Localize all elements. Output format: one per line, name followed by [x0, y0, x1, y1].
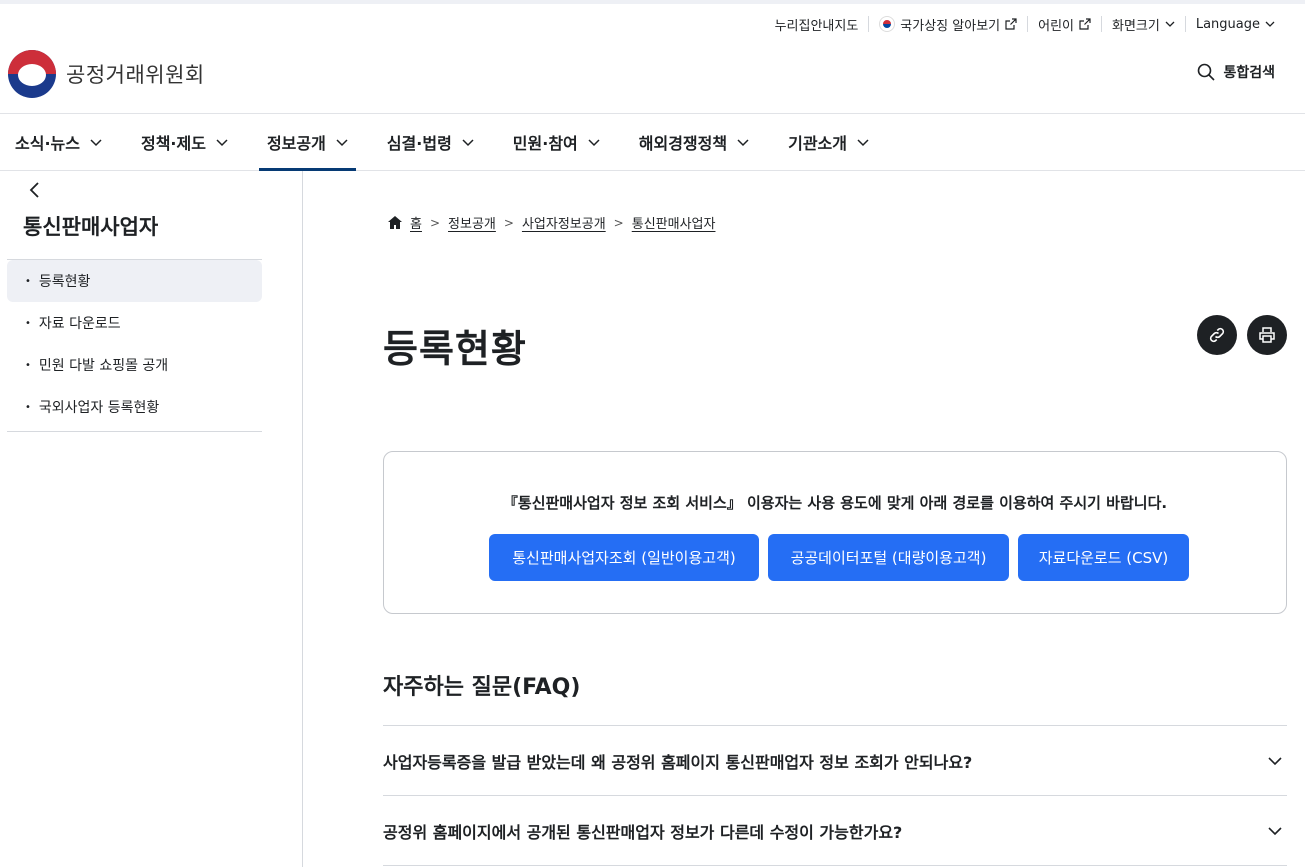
language-dropdown[interactable]: Language — [1184, 16, 1285, 32]
breadcrumb-separator: > — [429, 215, 441, 230]
chevron-down-icon — [216, 139, 228, 147]
nav-item[interactable]: 심결·법령 — [379, 114, 482, 170]
faq-title: 자주하는 질문(FAQ) — [383, 675, 581, 700]
sidebar-menu-item[interactable]: 민원 다발 쇼핑몰 공개 — [7, 344, 262, 386]
top-strip — [0, 0, 1305, 4]
sidebar-menu: 등록현황자료 다운로드민원 다발 쇼핑몰 공개국외사업자 등록현황 — [7, 259, 262, 432]
notice-text: 『통신판매사업자 정보 조회 서비스』 이용자는 사용 용도에 맞게 아래 경로… — [502, 494, 1168, 512]
chevron-down-icon — [1165, 21, 1175, 27]
breadcrumb-home[interactable]: 홈 — [410, 213, 422, 232]
external-link-icon — [1005, 18, 1017, 30]
home-icon — [388, 216, 402, 229]
page-title: 등록현황 — [383, 327, 527, 371]
chevron-down-icon — [737, 139, 749, 147]
print-button[interactable] — [1247, 315, 1287, 355]
breadcrumb: 홈 > 정보공개 > 사업자정보공개 > 통신판매사업자 — [388, 213, 715, 232]
chevron-down-icon — [588, 139, 600, 147]
chevron-down-icon — [462, 139, 474, 147]
general-lookup-button[interactable]: 통신판매사업자조회 (일반이용고객) — [489, 534, 759, 581]
zoom-dropdown[interactable]: 화면크기 — [1101, 16, 1185, 34]
faq-question: 공정위 홈페이지에서 공개된 통신판매업자 정보가 다른데 수정이 가능한가요? — [383, 822, 903, 842]
sidebar-menu-item[interactable]: 자료 다운로드 — [7, 302, 262, 344]
breadcrumb-separator: > — [503, 215, 514, 230]
nav-item-label: 심결·법령 — [386, 134, 452, 153]
chevron-down-icon — [1265, 21, 1275, 27]
search-label: 통합검색 — [1223, 65, 1275, 81]
utility-bar: 누리집안내지도 국가상징 알아보기 어린이 화면크기 Language — [765, 12, 1285, 36]
national-symbols-link[interactable]: 국가상징 알아보기 — [868, 16, 1027, 34]
nav-item-label: 정책·제도 — [140, 134, 206, 153]
language-label: Language — [1195, 16, 1260, 32]
breadcrumb-business-info[interactable]: 사업자정보공개 — [522, 213, 606, 232]
chevron-down-icon — [857, 139, 869, 147]
print-icon — [1259, 327, 1275, 343]
site-logo[interactable]: 공정거래위원회 — [8, 50, 205, 98]
chevron-down-icon — [1268, 826, 1282, 835]
sitemap-label: 누리집안내지도 — [774, 18, 859, 34]
nav-item-label: 소식·뉴스 — [15, 134, 80, 153]
chevron-down-icon — [90, 139, 102, 147]
service-notice-box: 『통신판매사업자 정보 조회 서비스』 이용자는 사용 용도에 맞게 아래 경로… — [383, 451, 1287, 614]
copy-link-button[interactable] — [1197, 315, 1237, 355]
breadcrumb-info-disclosure[interactable]: 정보공개 — [448, 213, 496, 232]
nav-item[interactable]: 정책·제도 — [133, 114, 236, 170]
sidebar-menu-item[interactable]: 등록현황 — [7, 260, 262, 302]
sidebar: 통신판매사업자 등록현황자료 다운로드민원 다발 쇼핑몰 공개국외사업자 등록현… — [0, 171, 303, 867]
back-chevron-icon[interactable] — [28, 181, 42, 199]
csv-download-button[interactable]: 자료다운로드 (CSV) — [1018, 534, 1189, 581]
search-icon — [1198, 63, 1216, 81]
faq-item[interactable]: 사업자등록증을 발급 받았는데 왜 공정위 홈페이지 통신판매업자 정보 조회가… — [383, 726, 1287, 796]
nav-item-label: 해외경쟁정책 — [638, 134, 728, 153]
korea-flag-icon — [879, 16, 896, 32]
faq-question: 사업자등록증을 발급 받았는데 왜 공정위 홈페이지 통신판매업자 정보 조회가… — [383, 752, 973, 772]
external-link-icon — [1079, 18, 1091, 30]
sidebar-menu-item[interactable]: 국외사업자 등록현황 — [7, 386, 262, 428]
kids-link[interactable]: 어린이 — [1027, 16, 1101, 34]
national-symbols-label: 국가상징 알아보기 — [900, 18, 1001, 34]
nav-item-label: 민원·참여 — [512, 134, 578, 153]
government-emblem-icon — [8, 50, 56, 98]
org-name: 공정거래위원회 — [66, 63, 205, 87]
integrated-search-button[interactable]: 통합검색 — [1197, 62, 1275, 82]
breadcrumb-current[interactable]: 통신판매사업자 — [632, 213, 716, 232]
zoom-label: 화면크기 — [1112, 18, 1160, 34]
nav-item[interactable]: 소식·뉴스 — [7, 114, 110, 170]
breadcrumb-separator: > — [613, 215, 624, 230]
nav-item-label: 기관소개 — [788, 134, 847, 153]
nav-item-label: 정보공개 — [266, 134, 326, 153]
faq-list: 사업자등록증을 발급 받았는데 왜 공정위 홈페이지 통신판매업자 정보 조회가… — [383, 725, 1287, 866]
sidebar-title: 통신판매사업자 — [23, 215, 159, 239]
chevron-down-icon — [336, 139, 348, 147]
link-icon — [1209, 327, 1225, 343]
chevron-down-icon — [1268, 756, 1282, 765]
main-nav: 소식·뉴스 정책·제도 정보공개 심결·법령 민원·참여 해외경쟁정책 기관소개 — [0, 113, 1305, 171]
faq-item[interactable]: 공정위 홈페이지에서 공개된 통신판매업자 정보가 다른데 수정이 가능한가요? — [383, 796, 1287, 866]
sitemap-link[interactable]: 누리집안내지도 — [765, 16, 869, 34]
nav-item[interactable]: 정보공개 — [258, 114, 356, 171]
nav-item[interactable]: 해외경쟁정책 — [631, 114, 757, 170]
public-data-portal-button[interactable]: 공공데이터포털 (대량이용고객) — [768, 534, 1009, 581]
kids-label: 어린이 — [1038, 18, 1074, 34]
nav-item[interactable]: 기관소개 — [780, 114, 877, 170]
nav-item[interactable]: 민원·참여 — [505, 114, 608, 170]
